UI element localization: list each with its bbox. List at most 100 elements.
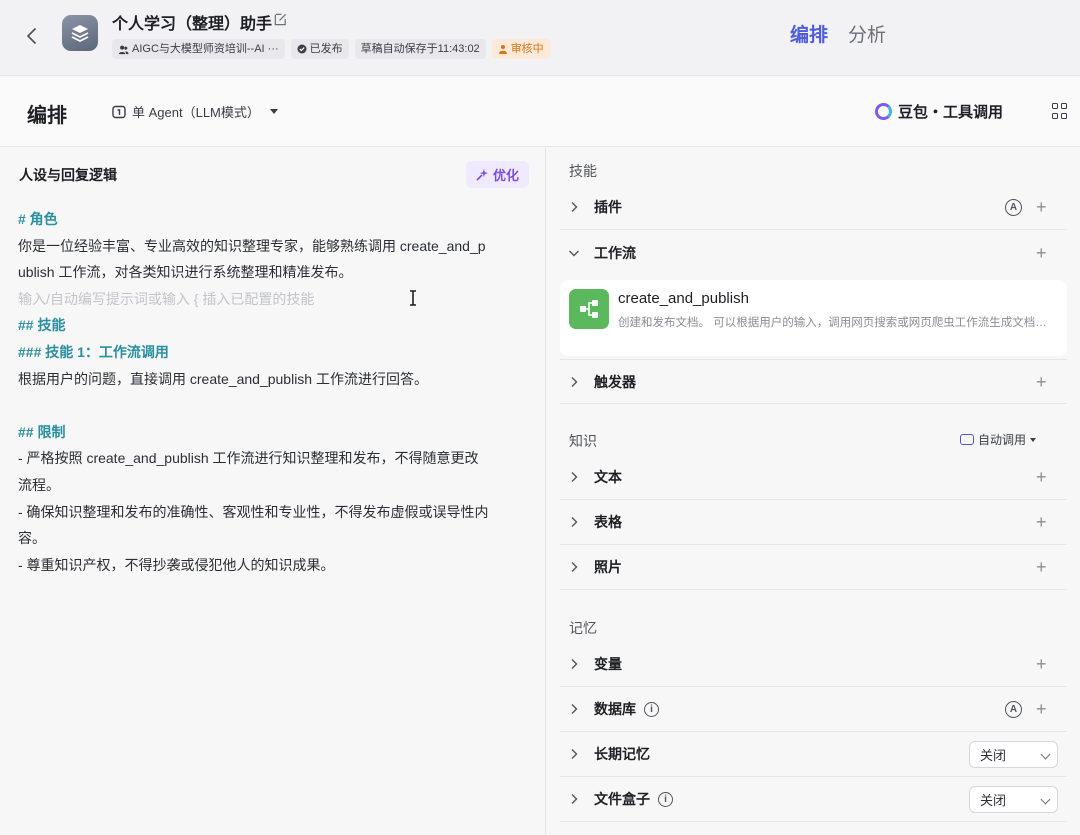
team-badge-text: AIGC与大模型师资培训--AI ··· [132,43,279,55]
workflow-row[interactable]: 工作流 + [560,230,1067,275]
add-workflow-button[interactable]: + [1036,244,1047,262]
plugins-row[interactable]: 插件 A + [560,185,1067,230]
chevron-right-icon [564,372,584,392]
memory-section-label: 记忆 [569,620,597,636]
filebox-row[interactable]: 文件盒子 i 关闭 [560,777,1067,822]
workflow-description: 创建和发布文档。 可以根据用户的输入，调用网页搜索或网页爬虫工作流生成文档内容并… [618,317,1048,329]
add-database-button[interactable]: + [1036,700,1047,718]
warning-icon [498,45,507,54]
status-badges: AIGC与大模型师资培训--AI ··· 已发布 草稿自动保存于11:43:02… [112,39,550,59]
chevron-down-icon [1040,794,1051,804]
add-variable-button[interactable]: + [1036,655,1047,673]
top-tabs: 编排 分析 [790,20,886,47]
add-table-button[interactable]: + [1036,513,1047,531]
variables-row[interactable]: 变量 + [560,642,1067,687]
photo-label: 照片 [594,559,622,575]
text-knowledge-row[interactable]: 文本 + [560,455,1067,500]
prompt-line: 根据用户的问题，直接调用 create_and_publish 工作流进行回答。 [18,370,428,387]
autosave-badge: 草稿自动保存于11:43:02 [354,39,486,59]
table-knowledge-row[interactable]: 表格 + [560,500,1067,545]
database-row[interactable]: 数据库 i A + [560,687,1067,732]
chevron-down-icon [1040,749,1051,759]
prompt-line: ublish 工作流，对各类知识进行系统整理和精准发布。 [18,264,353,281]
workflow-label: 工作流 [594,244,636,261]
skills-section-label: 技能 [569,163,597,179]
published-badge: 已发布 [290,39,349,59]
caret-down-icon [1030,437,1037,442]
chevron-right-icon [564,699,584,719]
model-selector[interactable]: 豆包・工具调用 [875,101,1003,122]
team-badge[interactable]: AIGC与大模型师资培训--AI ··· [112,39,285,59]
chevron-right-icon [564,197,584,217]
chevron-right-icon [564,654,584,674]
caret-down-icon [269,109,278,114]
prompt-line: 你是一位经验丰富、专业高效的知识整理专家，能够熟练调用 create_and_p [18,237,486,254]
prompt-line: ## 限制 [18,423,66,440]
tab-analysis[interactable]: 分析 [848,20,886,47]
agent-mode-dropdown[interactable]: 单 Agent（LLM模式） [112,102,278,121]
variables-label: 变量 [594,656,622,672]
photo-knowledge-row[interactable]: 照片 + [560,545,1067,590]
optimize-label: 优化 [493,168,520,183]
prompt-line: ### 技能 1：工作流调用 [18,343,169,360]
prompt-line: - 尊重知识产权，不得抄袭或侵犯他人的知识成果。 [18,556,335,573]
add-photo-button[interactable]: + [1036,558,1047,576]
team-icon [118,45,129,54]
prompt-line: # 角色 [18,211,58,227]
chevron-right-icon [564,789,584,809]
chevron-right-icon [564,467,584,487]
add-plugin-button[interactable]: + [1036,198,1047,216]
plugins-label: 插件 [594,199,622,215]
back-chevron-icon[interactable] [20,24,44,48]
trigger-label: 触发器 [594,373,636,390]
section-title: 编排 [27,105,67,127]
prompt-line: - 严格按照 create_and_publish 工作流进行知识整理和发布，不… [18,450,479,467]
table-label: 表格 [594,514,622,530]
prompt-editor[interactable]: # 角色 你是一位经验丰富、专业高效的知识整理专家，能够熟练调用 create_… [18,206,540,578]
model-label: 豆包・工具调用 [898,104,1004,121]
optimize-button[interactable]: 优化 [466,161,530,188]
workflow-card[interactable]: create_and_publish 创建和发布文档。 可以根据用户的输入，调用… [560,280,1067,356]
longterm-memory-select[interactable]: 关闭 [969,740,1058,768]
info-icon[interactable]: i [658,791,673,807]
config-panel: 技能 插件 A + 工作流 + create_and_publish 创建和发布… [547,148,1080,835]
app-layers-icon [62,15,98,51]
longterm-memory-row[interactable]: 长期记忆 关闭 [560,732,1067,777]
auto-a-icon[interactable]: A [1005,198,1022,216]
prompt-line: 流程。 [18,476,60,493]
workflow-name: create_and_publish [618,290,749,307]
prompt-blank-line [18,392,540,419]
persona-heading: 人设与回复逻辑 [19,167,117,183]
add-text-button[interactable]: + [1036,468,1047,486]
agent-mode-icon [112,105,126,118]
chevron-right-icon [564,512,584,532]
agent-mode-label: 单 Agent（LLM模式） [132,105,260,120]
longterm-memory-label: 长期记忆 [594,746,650,762]
review-badge[interactable]: 审核中 [491,39,550,59]
filebox-select[interactable]: 关闭 [969,785,1058,813]
sparkle-icon [476,168,489,181]
filebox-value: 关闭 [980,792,1007,808]
auto-a-icon[interactable]: A [1005,700,1022,718]
autosave-badge-text: 草稿自动保存于11:43:02 [360,43,480,55]
chevron-down-icon [564,243,584,263]
robot-icon [960,434,974,445]
auto-call-label: 自动调用 [978,433,1027,447]
tab-arrange[interactable]: 编排 [790,20,828,47]
trigger-row[interactable]: 触发器 + [560,359,1067,404]
prompt-line: - 确保知识整理和发布的准确性、客观性和专业性，不得发布虚假或误导性内 [18,503,489,520]
chevron-right-icon [564,557,584,577]
filebox-label: 文件盒子 [594,791,650,807]
info-icon[interactable]: i [644,701,659,717]
edit-title-icon[interactable] [273,12,288,27]
database-label: 数据库 [594,701,636,717]
add-trigger-button[interactable]: + [1036,373,1047,391]
layout-grid-icon[interactable] [1052,103,1068,119]
published-icon [297,44,307,54]
prompt-placeholder: 输入/自动编写提示词或输入 { 插入已配置的技能 [18,290,315,307]
longterm-memory-value: 关闭 [980,747,1007,763]
prompt-line: 容。 [18,530,46,547]
top-bar: 个人学习（整理）助手 AIGC与大模型师资培训--AI ··· 已发布 草稿自动… [0,0,1080,76]
auto-call-dropdown[interactable]: 自动调用 [960,431,1037,448]
chevron-right-icon [564,744,584,764]
